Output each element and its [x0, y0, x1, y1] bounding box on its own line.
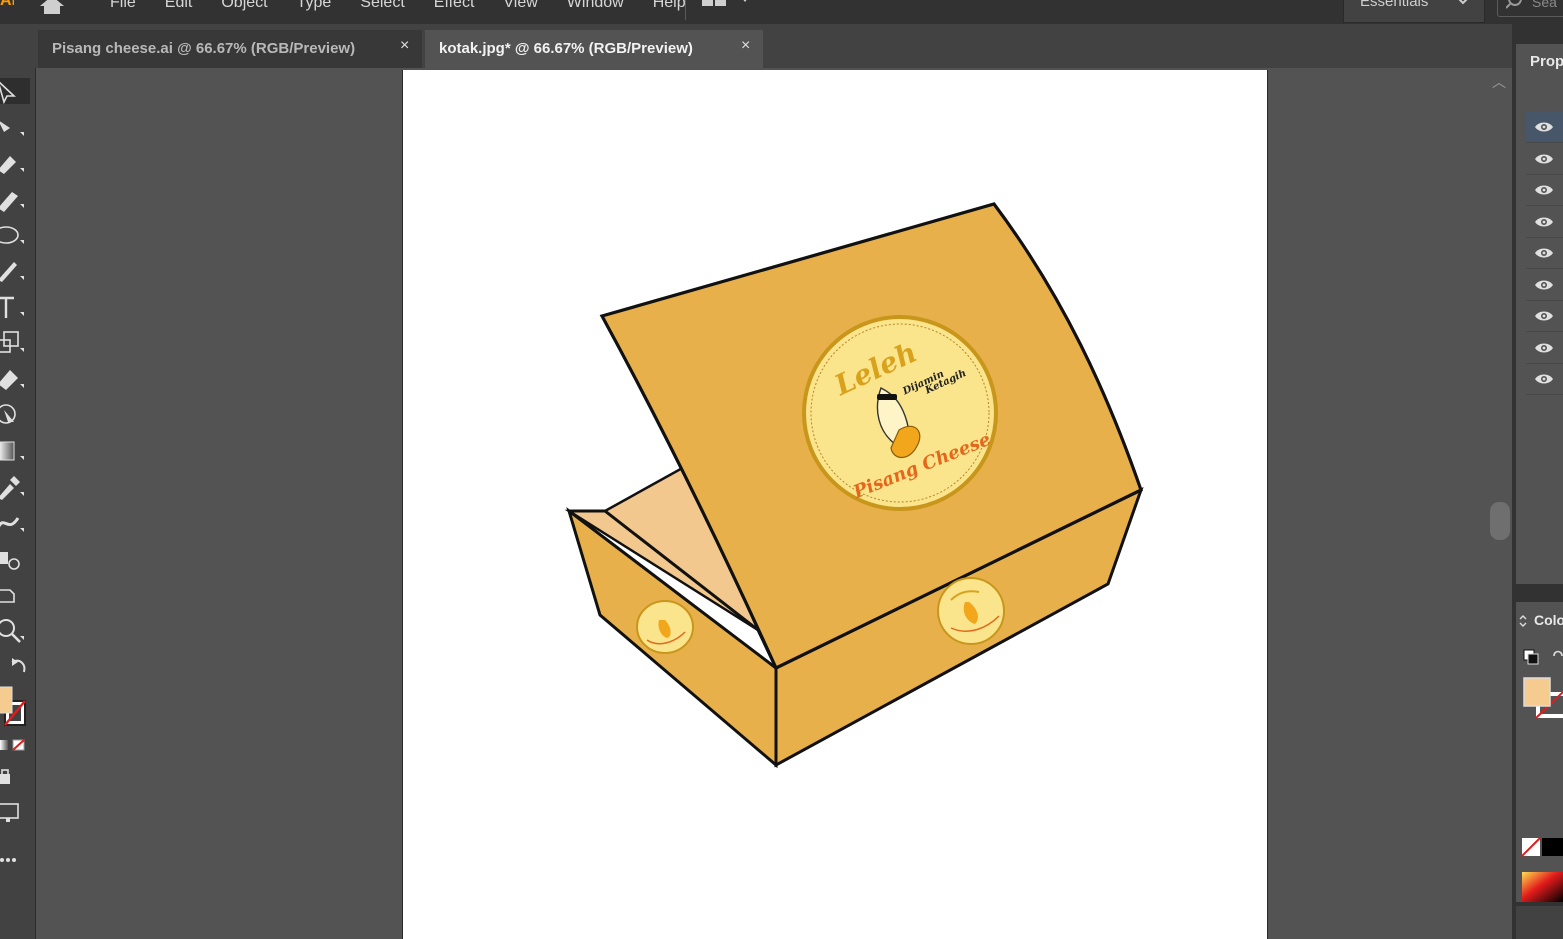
arrange-documents-icon[interactable]: [700, 0, 756, 14]
eye-icon[interactable]: [1534, 216, 1554, 228]
layer-visibility-row[interactable]: [1526, 364, 1563, 395]
eye-icon[interactable]: [1534, 342, 1554, 354]
eye-icon[interactable]: [1534, 121, 1554, 133]
zoom-tool-icon[interactable]: [0, 618, 30, 644]
eye-icon[interactable]: [1534, 247, 1554, 259]
box-illustration[interactable]: Leleh Dijamin Ketagih Pisang Cheese: [403, 70, 1267, 939]
menu-select[interactable]: Select: [360, 0, 404, 12]
layer-visibility-row[interactable]: [1526, 333, 1563, 364]
panel-bottom-strip: [1516, 906, 1563, 939]
swap-fill-stroke-icon[interactable]: [6, 656, 36, 682]
fill-stroke-color-icon[interactable]: [1520, 674, 1563, 724]
scroll-up-icon[interactable]: ︿: [1492, 72, 1506, 92]
eraser-tool-icon[interactable]: [0, 366, 30, 392]
close-icon[interactable]: ×: [741, 37, 750, 55]
close-icon[interactable]: ×: [400, 37, 409, 55]
vertical-scrollbar[interactable]: ︿: [1489, 68, 1512, 939]
color-spectrum[interactable]: [1520, 870, 1563, 902]
eye-icon[interactable]: [1534, 279, 1554, 291]
menu-bar: Ai File Edit Object Type Select Effect V…: [0, 0, 1563, 24]
search-icon: [1506, 0, 1522, 9]
scroll-thumb[interactable]: [1490, 502, 1510, 540]
search-placeholder: Sea: [1532, 0, 1557, 10]
home-icon[interactable]: [38, 0, 66, 16]
side-logo-badge-front: [937, 577, 1005, 645]
document-tab-bar: Pisang cheese.ai @ 66.67% (RGB/Preview) …: [0, 24, 1512, 68]
eye-icon[interactable]: [1534, 153, 1554, 165]
canvas-area[interactable]: Leleh Dijamin Ketagih Pisang Cheese: [36, 68, 1512, 939]
menu-view[interactable]: View: [503, 0, 537, 12]
eyedropper-tool-icon[interactable]: [0, 474, 30, 500]
panel-title[interactable]: Prop: [1530, 53, 1563, 70]
layer-visibility-row[interactable]: [1526, 301, 1563, 332]
tools-panel: [0, 68, 36, 939]
more-tools-icon[interactable]: [0, 850, 30, 876]
type-tool-icon[interactable]: [0, 294, 30, 320]
workspace-switcher[interactable]: Essentials: [1343, 0, 1485, 23]
layer-visibility-row[interactable]: [1526, 207, 1563, 238]
draw-mode-icon[interactable]: [0, 768, 30, 794]
menu-type[interactable]: Type: [297, 0, 332, 12]
menu-effect[interactable]: Effect: [434, 0, 475, 12]
menu-window[interactable]: Window: [567, 0, 624, 12]
layer-visibility-row[interactable]: [1526, 270, 1563, 301]
color-panel: Colo: [1516, 602, 1563, 902]
pen-tool-icon[interactable]: [0, 150, 30, 176]
search-input[interactable]: Sea: [1497, 0, 1563, 17]
default-colors-icon[interactable]: [1522, 648, 1542, 666]
menu-edit[interactable]: Edit: [165, 0, 193, 12]
direct-selection-tool-icon[interactable]: [0, 114, 30, 140]
pencil-tool-icon[interactable]: [0, 186, 30, 212]
layer-visibility-row[interactable]: [1526, 144, 1563, 175]
menu-file[interactable]: File: [110, 0, 136, 12]
none-black-swatches[interactable]: [1520, 836, 1563, 858]
chevron-down-icon: [1458, 0, 1468, 5]
layer-visibility-row[interactable]: [1526, 238, 1563, 269]
menu-object[interactable]: Object: [221, 0, 267, 12]
right-panel-dock: Prop Colo: [1512, 24, 1563, 939]
blend-tool-icon[interactable]: [0, 510, 30, 536]
gradient-tool-icon[interactable]: [0, 438, 30, 464]
layer-visibility-row[interactable]: [1526, 112, 1563, 143]
fill-stroke-swatches[interactable]: [0, 683, 30, 733]
symbol-sprayer-tool-icon[interactable]: [0, 546, 30, 572]
side-logo-badge-left: [636, 600, 694, 654]
eye-icon[interactable]: [1534, 373, 1554, 385]
workspace-label: Essentials: [1360, 0, 1429, 10]
panel-collapse-icon[interactable]: [1518, 614, 1528, 628]
tab-label: kotak.jpg* @ 66.67% (RGB/Preview): [439, 40, 693, 57]
scale-tool-icon[interactable]: [0, 330, 30, 356]
app-logo: Ai: [0, 0, 14, 9]
artboard-tool-icon[interactable]: [0, 582, 30, 608]
eye-icon[interactable]: [1534, 184, 1554, 196]
artboard[interactable]: Leleh Dijamin Ketagih Pisang Cheese: [402, 70, 1268, 939]
layer-visibility-row[interactable]: [1526, 175, 1563, 206]
screen-mode-icon[interactable]: [0, 802, 30, 828]
color-panel-title[interactable]: Colo: [1534, 612, 1563, 628]
tab-kotak[interactable]: kotak.jpg* @ 66.67% (RGB/Preview) ×: [425, 30, 763, 68]
puppet-warp-tool-icon[interactable]: [0, 402, 30, 428]
menu-help[interactable]: Help: [653, 0, 686, 12]
paintbrush-tool-icon[interactable]: [0, 258, 30, 284]
tab-pisang-cheese[interactable]: Pisang cheese.ai @ 66.67% (RGB/Preview) …: [38, 30, 422, 68]
selection-tool-icon[interactable]: [0, 78, 30, 104]
menu-divider: [685, 0, 686, 20]
swap-colors-icon[interactable]: [1550, 648, 1563, 666]
eye-icon[interactable]: [1534, 310, 1554, 322]
ellipse-tool-icon[interactable]: [0, 222, 30, 248]
color-mode-icons[interactable]: [0, 738, 30, 764]
properties-panel: Prop: [1516, 44, 1563, 584]
main-menu: File Edit Object Type Select Effect View…: [110, 0, 715, 12]
tab-label: Pisang cheese.ai @ 66.67% (RGB/Preview): [52, 40, 356, 57]
lid-logo-badge: Leleh Dijamin Ketagih Pisang Cheese: [802, 315, 998, 511]
